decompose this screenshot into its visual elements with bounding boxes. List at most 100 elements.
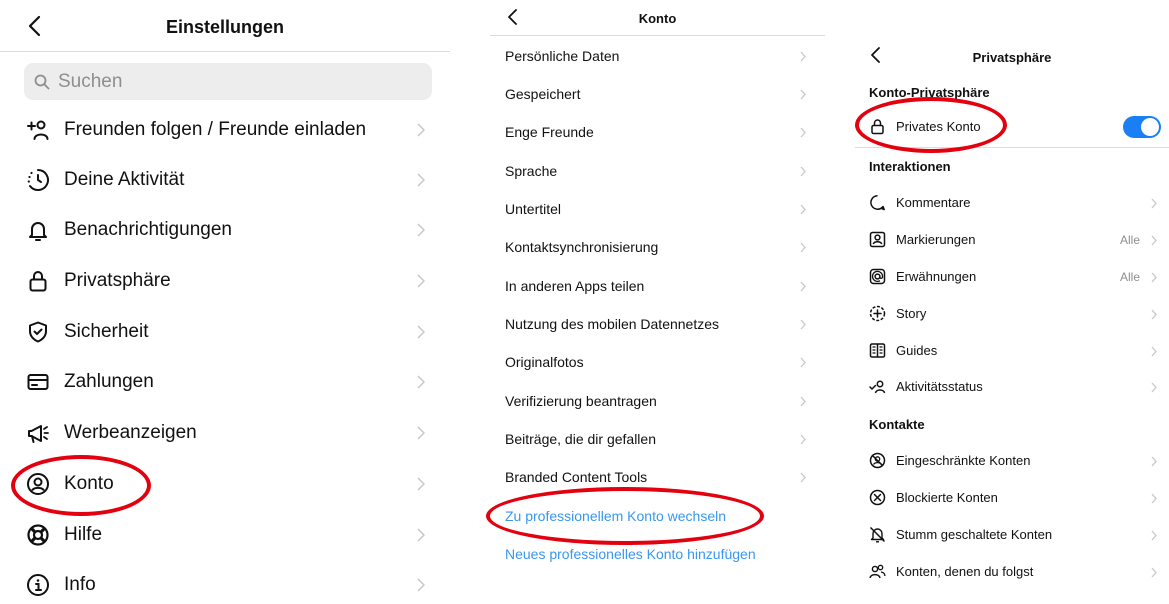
account-item-subtitles[interactable]: Untertitel — [490, 190, 825, 228]
chevron-right-icon — [800, 357, 806, 368]
account-item-label: Enge Freunde — [505, 124, 594, 140]
privacy-item-label: Markierungen — [896, 232, 976, 247]
settings-item-payments[interactable]: Zahlungen — [0, 357, 450, 407]
settings-item-label: Hilfe — [64, 524, 103, 545]
privacy-item-label: Kommentare — [896, 195, 971, 210]
privacy-item-restricted[interactable]: Eingeschränkte Konten — [855, 442, 1169, 479]
privacy-item-guides[interactable]: Guides — [855, 332, 1169, 369]
privacy-item-following[interactable]: Konten, denen du folgst — [855, 553, 1169, 590]
at-sign-icon — [869, 268, 886, 285]
story-plus-icon — [869, 305, 886, 322]
settings-item-label: Werbeanzeigen — [64, 422, 197, 443]
chevron-right-icon — [800, 319, 806, 330]
chevron-right-icon — [800, 434, 806, 445]
account-item-label: Kontaktsynchronisierung — [505, 239, 659, 255]
lock-icon — [29, 271, 47, 292]
muted-bell-icon — [869, 526, 886, 543]
lock-icon — [871, 119, 884, 135]
settings-item-label: Zahlungen — [64, 371, 154, 392]
private-account-row[interactable]: Privates Konto — [855, 108, 1169, 145]
privacy-panel: Privatsphäre Konto-Privatsphäre Privates… — [855, 0, 1169, 604]
settings-item-activity[interactable]: Deine Aktivität — [0, 155, 450, 205]
settings-item-privacy[interactable]: Privatsphäre — [0, 256, 450, 306]
account-header: Konto — [490, 0, 825, 36]
settings-item-security[interactable]: Sicherheit — [0, 307, 450, 357]
settings-item-follow-friends[interactable]: Freunden folgen / Freunde einladen — [0, 105, 450, 155]
privacy-item-mentions[interactable]: Erwähnungen Alle — [855, 258, 1169, 295]
chevron-right-icon — [417, 578, 425, 592]
privacy-item-muted[interactable]: Stumm geschaltete Konten — [855, 516, 1169, 553]
search-bar[interactable] — [24, 63, 432, 100]
account-item-branded-content[interactable]: Branded Content Tools — [490, 458, 825, 496]
restricted-icon — [869, 452, 886, 469]
chevron-right-icon — [417, 274, 425, 288]
account-item-label: Gespeichert — [505, 86, 581, 102]
privacy-item-comments[interactable]: Kommentare — [855, 184, 1169, 221]
settings-item-label: Sicherheit — [64, 321, 149, 342]
settings-item-ads[interactable]: Werbeanzeigen — [0, 408, 450, 458]
toggle-knob — [1141, 118, 1159, 136]
settings-item-label: Deine Aktivität — [64, 169, 185, 190]
account-item-liked-posts[interactable]: Beiträge, die dir gefallen — [490, 420, 825, 458]
search-input[interactable] — [58, 63, 418, 100]
account-item-label: Branded Content Tools — [505, 469, 648, 485]
search-icon — [34, 74, 50, 90]
account-item-language[interactable]: Sprache — [490, 152, 825, 190]
chevron-right-icon — [1151, 198, 1157, 209]
account-item-close-friends[interactable]: Enge Freunde — [490, 113, 825, 151]
privacy-item-activity-status[interactable]: Aktivitätsstatus — [855, 368, 1169, 405]
page-title: Privatsphäre — [972, 50, 1052, 65]
switch-professional-link[interactable]: Zu professionellem Konto wechseln — [505, 508, 726, 524]
chevron-right-icon — [1151, 309, 1157, 320]
chevron-right-icon — [1151, 382, 1157, 393]
chevron-right-icon — [800, 89, 806, 100]
privacy-item-blocked[interactable]: Blockierte Konten — [855, 479, 1169, 516]
divider — [855, 147, 1169, 148]
settings-panel: Einstellungen Freunden folgen / Freunde … — [0, 0, 450, 604]
settings-item-notifications[interactable]: Benachrichtigungen — [0, 205, 450, 255]
account-item-label: Nutzung des mobilen Datennetzes — [505, 316, 720, 332]
account-item-personal-data[interactable]: Persönliche Daten — [490, 37, 825, 75]
account-item-verification[interactable]: Verifizierung beantragen — [490, 382, 825, 420]
chevron-right-icon — [800, 242, 806, 253]
settings-item-account[interactable]: Konto — [0, 459, 450, 509]
privacy-item-tags[interactable]: Markierungen Alle — [855, 221, 1169, 258]
account-item-contact-sync[interactable]: Kontaktsynchronisierung — [490, 228, 825, 266]
lifebuoy-icon — [27, 524, 49, 546]
account-item-saved[interactable]: Gespeichert — [490, 75, 825, 113]
privacy-item-label: Blockierte Konten — [896, 490, 998, 505]
account-circle-icon — [27, 473, 49, 495]
account-item-label: Persönliche Daten — [505, 48, 620, 64]
add-professional-account-link[interactable]: Neues professionelles Konto hinzufügen — [505, 546, 756, 562]
privacy-item-value: Alle — [1120, 233, 1141, 247]
settings-item-label: Freunden folgen / Freunde einladen — [64, 119, 367, 140]
settings-item-help[interactable]: Hilfe — [0, 510, 450, 560]
chevron-right-icon — [1151, 530, 1157, 541]
private-account-toggle[interactable] — [1123, 116, 1161, 138]
activity-clock-icon — [27, 169, 49, 191]
privacy-item-label: Eingeschränkte Konten — [896, 453, 1031, 468]
settings-item-info[interactable]: Info — [0, 560, 450, 604]
settings-item-label: Konto — [64, 473, 114, 494]
chevron-right-icon — [1151, 272, 1157, 283]
privacy-item-story[interactable]: Story — [855, 295, 1169, 332]
privacy-item-label: Stumm geschaltete Konten — [896, 527, 1053, 542]
private-account-label: Privates Konto — [896, 119, 981, 134]
chevron-right-icon — [417, 477, 425, 491]
settings-item-label: Benachrichtigungen — [64, 219, 232, 240]
account-panel: Konto Persönliche Daten Gespeichert Enge… — [490, 0, 825, 604]
blocked-icon — [869, 489, 886, 506]
account-item-original-photos[interactable]: Originalfotos — [490, 343, 825, 381]
account-item-mobile-data[interactable]: Nutzung des mobilen Datennetzes — [490, 305, 825, 343]
settings-item-label: Privatsphäre — [64, 270, 171, 291]
privacy-item-label: Aktivitätsstatus — [896, 379, 983, 394]
account-item-label: Beiträge, die dir gefallen — [505, 431, 656, 447]
chevron-right-icon — [800, 166, 806, 177]
chevron-right-icon — [800, 472, 806, 483]
chevron-right-icon — [417, 426, 425, 440]
account-item-label: In anderen Apps teilen — [505, 278, 645, 294]
chevron-right-icon — [417, 123, 425, 137]
chevron-right-icon — [417, 173, 425, 187]
account-item-share-other-apps[interactable]: In anderen Apps teilen — [490, 267, 825, 305]
chevron-right-icon — [417, 223, 425, 237]
